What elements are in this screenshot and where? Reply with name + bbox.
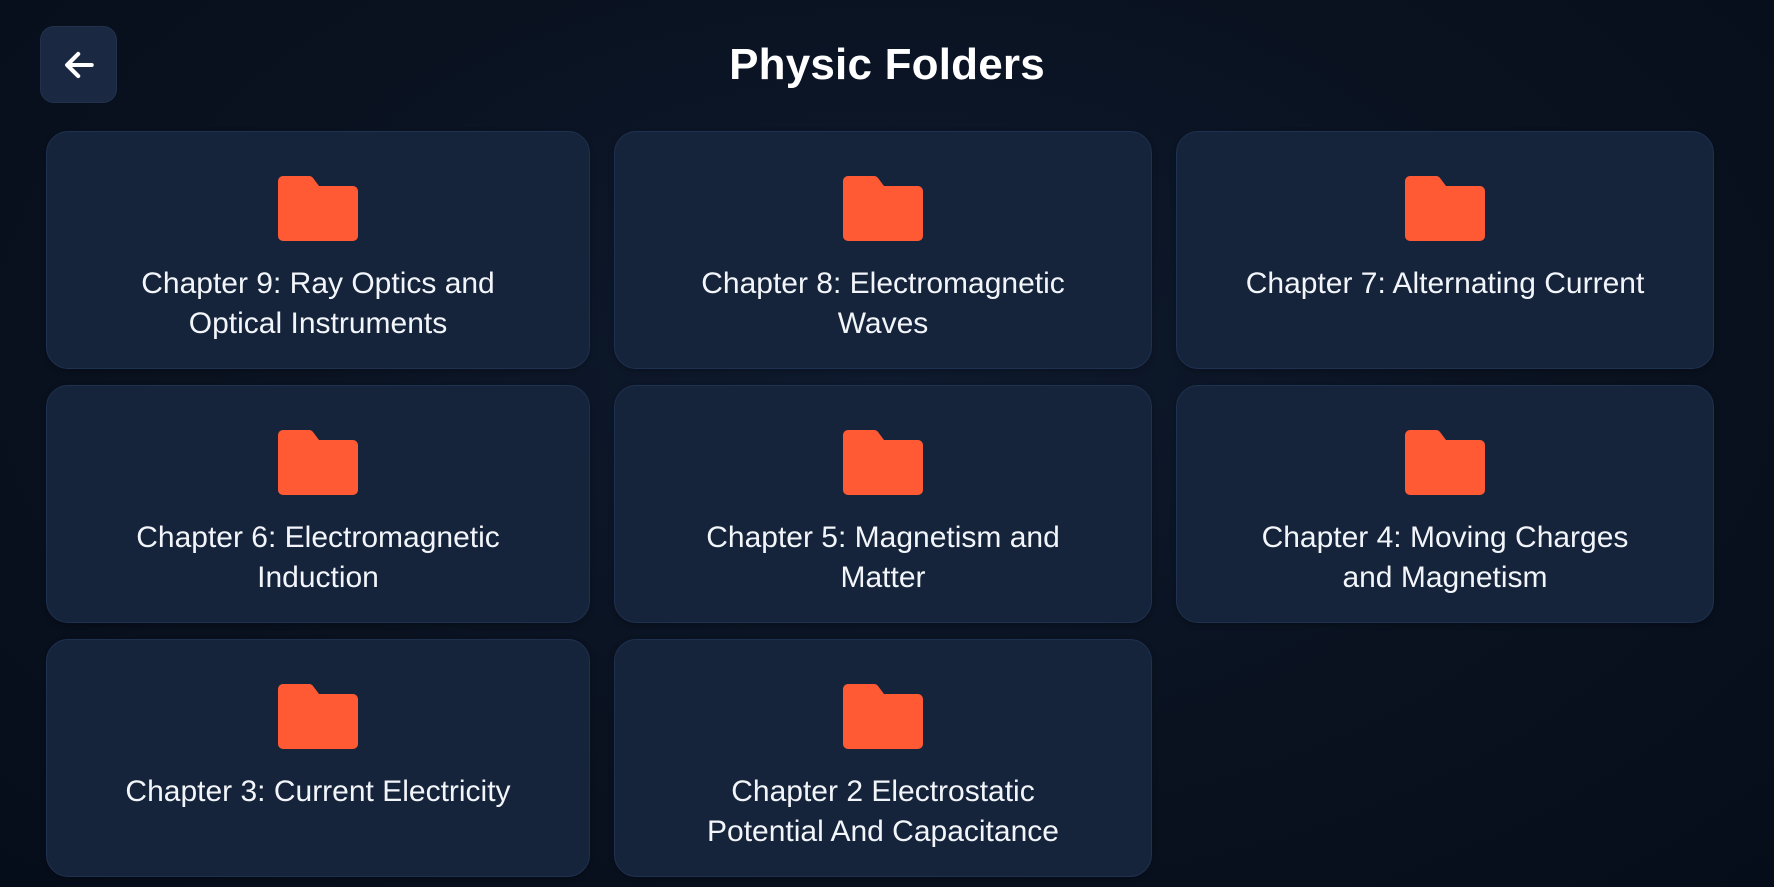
folder-card-chapter-6[interactable]: Chapter 6: Electromagnetic Induction [46, 385, 590, 623]
folder-label: Chapter 4: Moving Charges and Magnetism [1261, 521, 1629, 594]
folder-icon [1405, 430, 1485, 495]
folder-icon [278, 430, 358, 495]
folder-card-chapter-4[interactable]: Chapter 4: Moving Charges and Magnetism [1176, 385, 1714, 623]
folder-label: Chapter 3: Current Electricity [125, 775, 511, 808]
folder-icon [843, 176, 923, 241]
folder-card-chapter-3[interactable]: Chapter 3: Current Electricity [46, 639, 590, 877]
folder-label: Chapter 5: Magnetism and Matter [706, 521, 1060, 594]
folder-icon [278, 176, 358, 241]
folder-card-chapter-2[interactable]: Chapter 2 Electrostatic Potential And Ca… [614, 639, 1152, 877]
page-title: Physic Folders [729, 40, 1045, 89]
folder-icon [843, 684, 923, 749]
header: Physic Folders [0, 0, 1774, 130]
folder-card-chapter-5[interactable]: Chapter 5: Magnetism and Matter [614, 385, 1152, 623]
folder-label: Chapter 2 Electrostatic Potential And Ca… [707, 775, 1059, 848]
folder-card-chapter-8[interactable]: Chapter 8: Electromagnetic Waves [614, 131, 1152, 369]
folder-grid: Chapter 9: Ray Optics and Optical Instru… [46, 131, 1716, 877]
folder-icon [1405, 176, 1485, 241]
folder-label: Chapter 8: Electromagnetic Waves [701, 267, 1065, 340]
folder-label: Chapter 9: Ray Optics and Optical Instru… [141, 267, 495, 340]
folder-card-chapter-7[interactable]: Chapter 7: Alternating Current [1176, 131, 1714, 369]
folder-label: Chapter 7: Alternating Current [1245, 267, 1645, 300]
folder-icon [843, 430, 923, 495]
folder-icon [278, 684, 358, 749]
folder-label: Chapter 6: Electromagnetic Induction [136, 521, 500, 594]
folder-card-chapter-9[interactable]: Chapter 9: Ray Optics and Optical Instru… [46, 131, 590, 369]
